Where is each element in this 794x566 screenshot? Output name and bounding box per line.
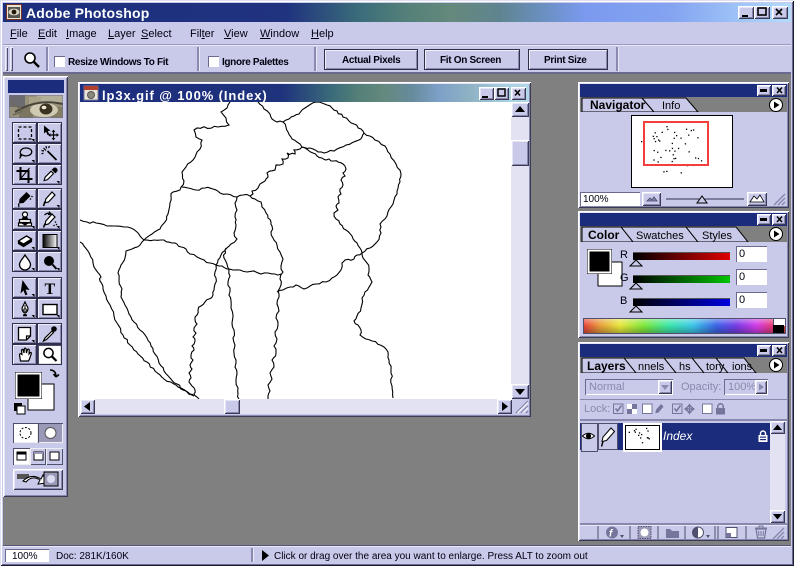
svg-text:Info: Info [662, 100, 680, 112]
svg-text:Navigator: Navigator [590, 98, 646, 112]
svg-text:ions: ions [732, 361, 753, 373]
svg-text:nnels: nnels [638, 361, 665, 373]
svg-text:Swatches: Swatches [636, 230, 684, 242]
svg-text:Styles: Styles [702, 230, 732, 242]
svg-text:Layers: Layers [587, 359, 626, 373]
svg-text:Color: Color [588, 228, 620, 242]
svg-text:T: T [45, 281, 56, 297]
svg-text:hs: hs [679, 361, 691, 373]
svg-text:tory: tory [706, 361, 725, 373]
